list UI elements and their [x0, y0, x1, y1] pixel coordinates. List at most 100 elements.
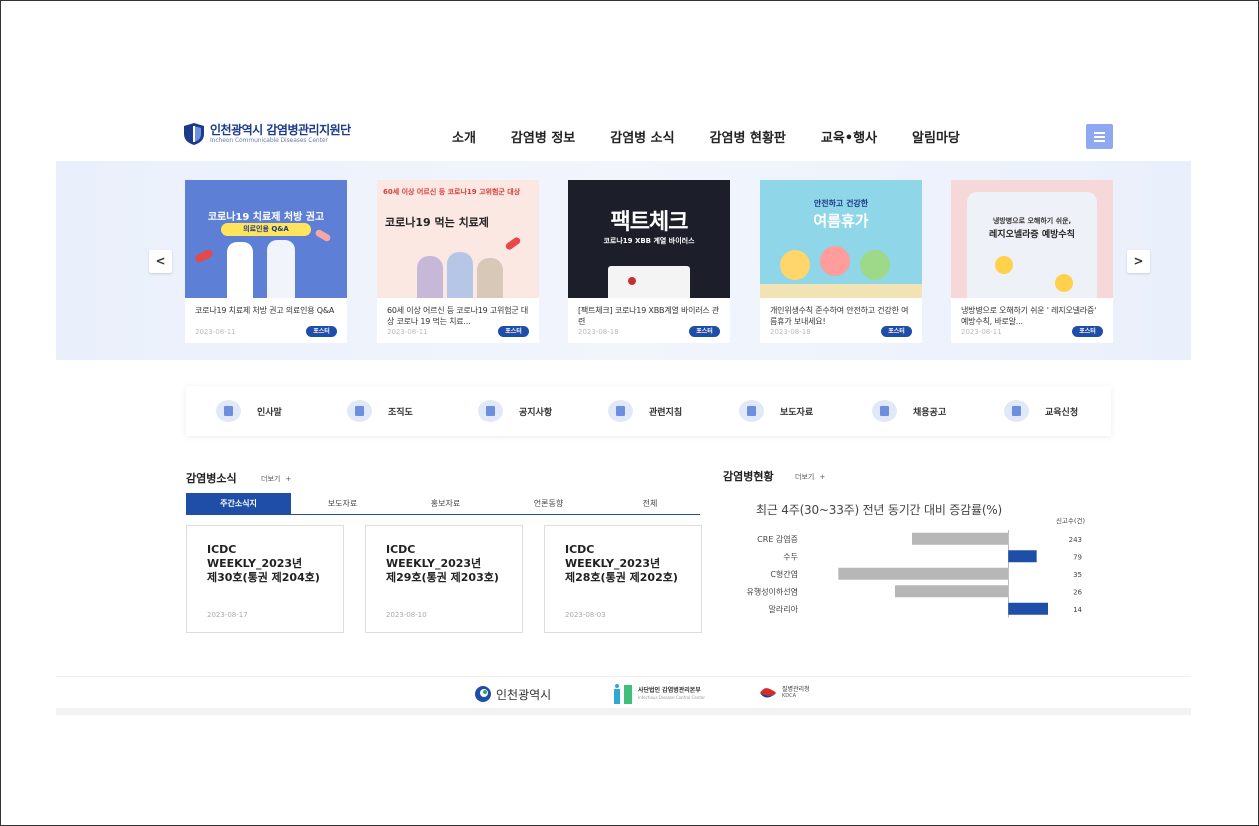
news-more-link[interactable]: 더보기 + [261, 474, 291, 484]
news-line: 제29호(통권 제203호) [386, 571, 499, 584]
category-label: 유행성이하선염 [746, 586, 798, 596]
quick-label: 공지사항 [519, 407, 553, 418]
tab-press[interactable]: 보도자료 [291, 493, 394, 514]
tab-weekly[interactable]: 주간소식지 [186, 493, 291, 514]
govt-emblem-icon [628, 277, 636, 285]
news-line: 제30호(통권 제204호) [207, 571, 320, 584]
banner-card[interactable]: 냉방병으로 오해하기 쉬운, 레지오넬라증 예방수칙 냉방병으로 오해하기 쉬운… [951, 180, 1113, 343]
chart-bar [1008, 550, 1037, 563]
main-nav: 소개 감염병 정보 감염병 소식 감염병 현황판 교육•행사 알림마당 [452, 127, 995, 146]
thumb-sub: 의료인용 Q&A [221, 223, 311, 236]
news-date: 2023-08-03 [565, 611, 606, 619]
idcc-logo-icon [614, 684, 632, 704]
menu-line-icon [1094, 140, 1105, 142]
banner-card[interactable]: 안전하고 건강한 여름휴가 개인위생수칙 준수하여 안전하고 건강한 여름휴가 … [760, 180, 922, 343]
count-label: 79 [1073, 553, 1082, 561]
quick-notice[interactable]: 공지사항 [478, 400, 552, 422]
quick-organization[interactable]: 조직도 [347, 400, 413, 422]
card-date: 2023-08-11 [961, 328, 1002, 336]
footer-logo-incheon[interactable]: 인천광역시 [474, 685, 551, 703]
logo-subtitle: Incheon Communicable Diseases Center [210, 137, 328, 144]
poster-badge: 포스터 [881, 326, 912, 337]
kdca-logo-icon [760, 688, 776, 698]
card-title: 개인위생수칙 준수하여 안전하고 건강한 여름휴가 보내세요! [770, 306, 909, 326]
quick-label: 보도자료 [780, 407, 814, 418]
news-tabs: 주간소식지 보도자료 홍보자료 언론동향 전체 [186, 493, 700, 515]
card-date: 2023-08-11 [195, 328, 236, 336]
nav-disease-news[interactable]: 감염병 소식 [610, 127, 674, 146]
site-logo[interactable]: 인천광역시 감염병관리지원단 Incheon Communicable Dise… [183, 122, 351, 146]
card-thumbnail: 안전하고 건강한 여름휴가 [760, 180, 922, 298]
card-thumbnail: 냉방병으로 오해하기 쉬운, 레지오넬라증 예방수칙 [951, 180, 1113, 298]
news-line: ICDC [565, 543, 595, 556]
news-card-title: ICDC WEEKLY_2023년 제28호(통권 제202호) [565, 543, 678, 585]
nav-disease-info[interactable]: 감염병 정보 [511, 127, 575, 146]
quick-label: 관련지침 [649, 407, 683, 418]
banner-card[interactable]: 코로나19 치료제 처방 권고 의료인용 Q&A 코로나19 치료제 처방 권고… [185, 180, 347, 343]
checklist-icon [608, 400, 633, 422]
status-section-title: 감염병현황 [723, 470, 774, 483]
logo-title: 인천광역시 감염병관리지원단 [210, 123, 351, 137]
plus-icon: + [819, 473, 826, 481]
footer-logo-sub: Infectious Disease Control Center [638, 695, 705, 700]
quick-recruit[interactable]: 채용공고 [872, 400, 946, 422]
nav-education-events[interactable]: 교육•행사 [821, 127, 877, 146]
card-date: 2023-08-18 [578, 328, 619, 336]
category-label: CRE 감염증 [757, 534, 798, 544]
tab-media[interactable]: 언론동향 [497, 493, 600, 514]
quick-label: 교육신청 [1045, 407, 1079, 418]
character-icon [780, 250, 810, 280]
quick-guidelines[interactable]: 관련지침 [608, 400, 682, 422]
quick-press[interactable]: 보도자료 [739, 400, 813, 422]
card-thumbnail: 팩트체크 코로나19 XBB 계열 바이러스 [568, 180, 730, 298]
menu-line-icon [1094, 132, 1105, 134]
carousel-next-button[interactable]: > [1127, 250, 1150, 273]
quick-education[interactable]: 교육신청 [1004, 400, 1078, 422]
document-icon [478, 400, 503, 422]
podium-icon [608, 266, 690, 298]
card-date: 2023-08-18 [770, 328, 811, 336]
count-label: 35 [1073, 571, 1082, 579]
news-card[interactable]: ICDC WEEKLY_2023년 제30호(통권 제204호) 2023-08… [186, 525, 344, 633]
phone-frame-icon [967, 192, 1097, 298]
menu-line-icon [1094, 136, 1105, 138]
category-label: 말라리아 [769, 604, 799, 614]
thumb-headline: 팩트체크 [610, 210, 689, 235]
thumb-sub: 60세 이상 어르신 등 코로나19 고위험군 대상 [383, 188, 521, 196]
count-label: 243 [1069, 536, 1082, 544]
nav-about[interactable]: 소개 [452, 127, 476, 146]
hamburger-menu-button[interactable] [1086, 124, 1113, 149]
pill-icon [504, 236, 522, 251]
banner-card[interactable]: 60세 이상 어르신 등 코로나19 고위험군 대상 코로나19 먹는 치료제 … [377, 180, 539, 343]
chart-bar [895, 585, 1009, 598]
news-card[interactable]: ICDC WEEKLY_2023년 제28호(통권 제202호) 2023-08… [544, 525, 702, 633]
thumb-headline: 레지오넬라증 예방수칙 [989, 230, 1075, 240]
nav-notice-board[interactable]: 알림마당 [912, 127, 960, 146]
plus-icon: + [285, 475, 292, 483]
footer-logo-idcc[interactable]: 사단법인 감염병관리본부 Infectious Disease Control … [612, 683, 705, 705]
tab-all[interactable]: 전체 [600, 493, 700, 514]
thumb-headline: 코로나19 치료제 처방 권고 [207, 212, 325, 223]
megaphone-icon [739, 400, 764, 422]
more-label: 더보기 [261, 475, 281, 483]
pill-icon [194, 248, 214, 264]
card-title: 냉방병으로 오해하기 쉬운 ' 레지오넬라증' 예방수칙, 바로알... [961, 306, 1097, 326]
character-icon [860, 250, 890, 280]
status-more-link[interactable]: 더보기 + [795, 472, 825, 482]
poster-badge: 포스터 [689, 326, 720, 337]
banner-card[interactable]: 팩트체크 코로나19 XBB 계열 바이러스 [팩트체크] 코로나19 XBB계… [568, 180, 730, 343]
person-icon [872, 400, 897, 422]
carousel-prev-button[interactable]: < [149, 250, 172, 273]
category-label: C형간염 [770, 569, 798, 579]
footer-logo-sub: KDCA [782, 693, 797, 699]
tab-promo[interactable]: 홍보자료 [394, 493, 497, 514]
change-rate-chart: 신고수(건) CRE 감염증 243 수두 79 C형간염 35 유행성이하선염 26 말라리아 1… [746, 516, 1085, 618]
footer-logo-kdca[interactable]: 질병관리청 KDCA [758, 685, 810, 701]
nav-disease-dashboard[interactable]: 감염병 현황판 [710, 127, 786, 146]
news-line: ICDC [386, 543, 416, 556]
quick-greeting[interactable]: 인사말 [216, 400, 282, 422]
footer-logo-title: 사단법인 감염병관리본부 [638, 687, 701, 694]
news-line: WEEKLY_2023년 [386, 557, 482, 570]
incheon-logo-icon [475, 686, 491, 702]
news-card[interactable]: ICDC WEEKLY_2023년 제29호(통권 제203호) 2023-08… [365, 525, 523, 633]
